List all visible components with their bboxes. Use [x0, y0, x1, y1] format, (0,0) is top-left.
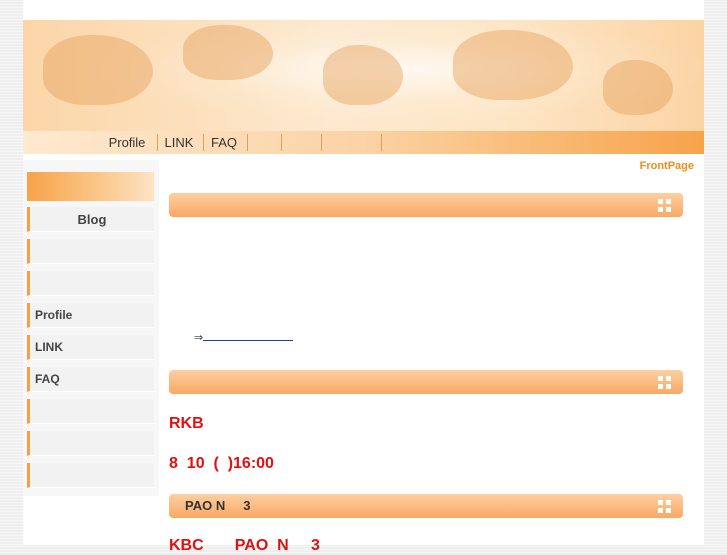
arrow-link[interactable]: ⇒ [194, 331, 294, 344]
banner-map-shape [603, 60, 673, 115]
headline-datetime: 8 10 ( )16:00 [169, 455, 274, 472]
nav-divider [203, 134, 204, 151]
banner-map-shape [453, 30, 573, 100]
nav-divider [321, 134, 322, 151]
header-banner [23, 20, 704, 131]
sidebar-item-faq[interactable]: FAQ [27, 367, 154, 392]
sidebar: Blog Profile LINK FAQ [23, 160, 159, 496]
section-header-bar [169, 370, 683, 394]
nav-divider [247, 134, 248, 151]
nav-link[interactable]: LINK [161, 131, 197, 154]
sidebar-item-empty[interactable] [27, 399, 154, 424]
section-title: PAO N 3 [185, 498, 251, 513]
arrow-glyph: ⇒ [194, 332, 204, 344]
nav-profile[interactable]: Profile [103, 131, 151, 154]
top-navbar: Profile LINK FAQ [23, 131, 704, 154]
grid-icon [658, 199, 671, 212]
sidebar-item-link[interactable]: LINK [27, 335, 154, 360]
sidebar-item-profile[interactable]: Profile [27, 303, 154, 328]
headline-rkb: RKB [169, 415, 204, 432]
sidebar-header [27, 172, 154, 201]
sidebar-item-blog[interactable]: Blog [27, 207, 154, 232]
page-container: Profile LINK FAQ FrontPage Blog Profile … [23, 0, 704, 554]
link-underline [203, 331, 294, 341]
grid-icon [658, 500, 671, 513]
nav-faq[interactable]: FAQ [207, 131, 241, 154]
grid-icon [658, 376, 671, 389]
headline-partial: KBC PAO N 3 [169, 537, 320, 554]
sidebar-item-empty[interactable] [27, 271, 154, 296]
banner-map-shape [183, 25, 273, 80]
nav-divider [281, 134, 282, 151]
section-header-bar: PAO N 3 [169, 494, 683, 518]
section-header-bar [169, 193, 683, 217]
sidebar-item-empty[interactable] [27, 463, 154, 488]
banner-map-shape [323, 45, 403, 105]
nav-divider [157, 134, 158, 151]
sidebar-item-empty[interactable] [27, 239, 154, 264]
frontpage-link[interactable]: FrontPage [640, 160, 694, 172]
banner-map-shape [43, 35, 153, 105]
nav-divider [381, 134, 382, 151]
sidebar-item-empty[interactable] [27, 431, 154, 456]
